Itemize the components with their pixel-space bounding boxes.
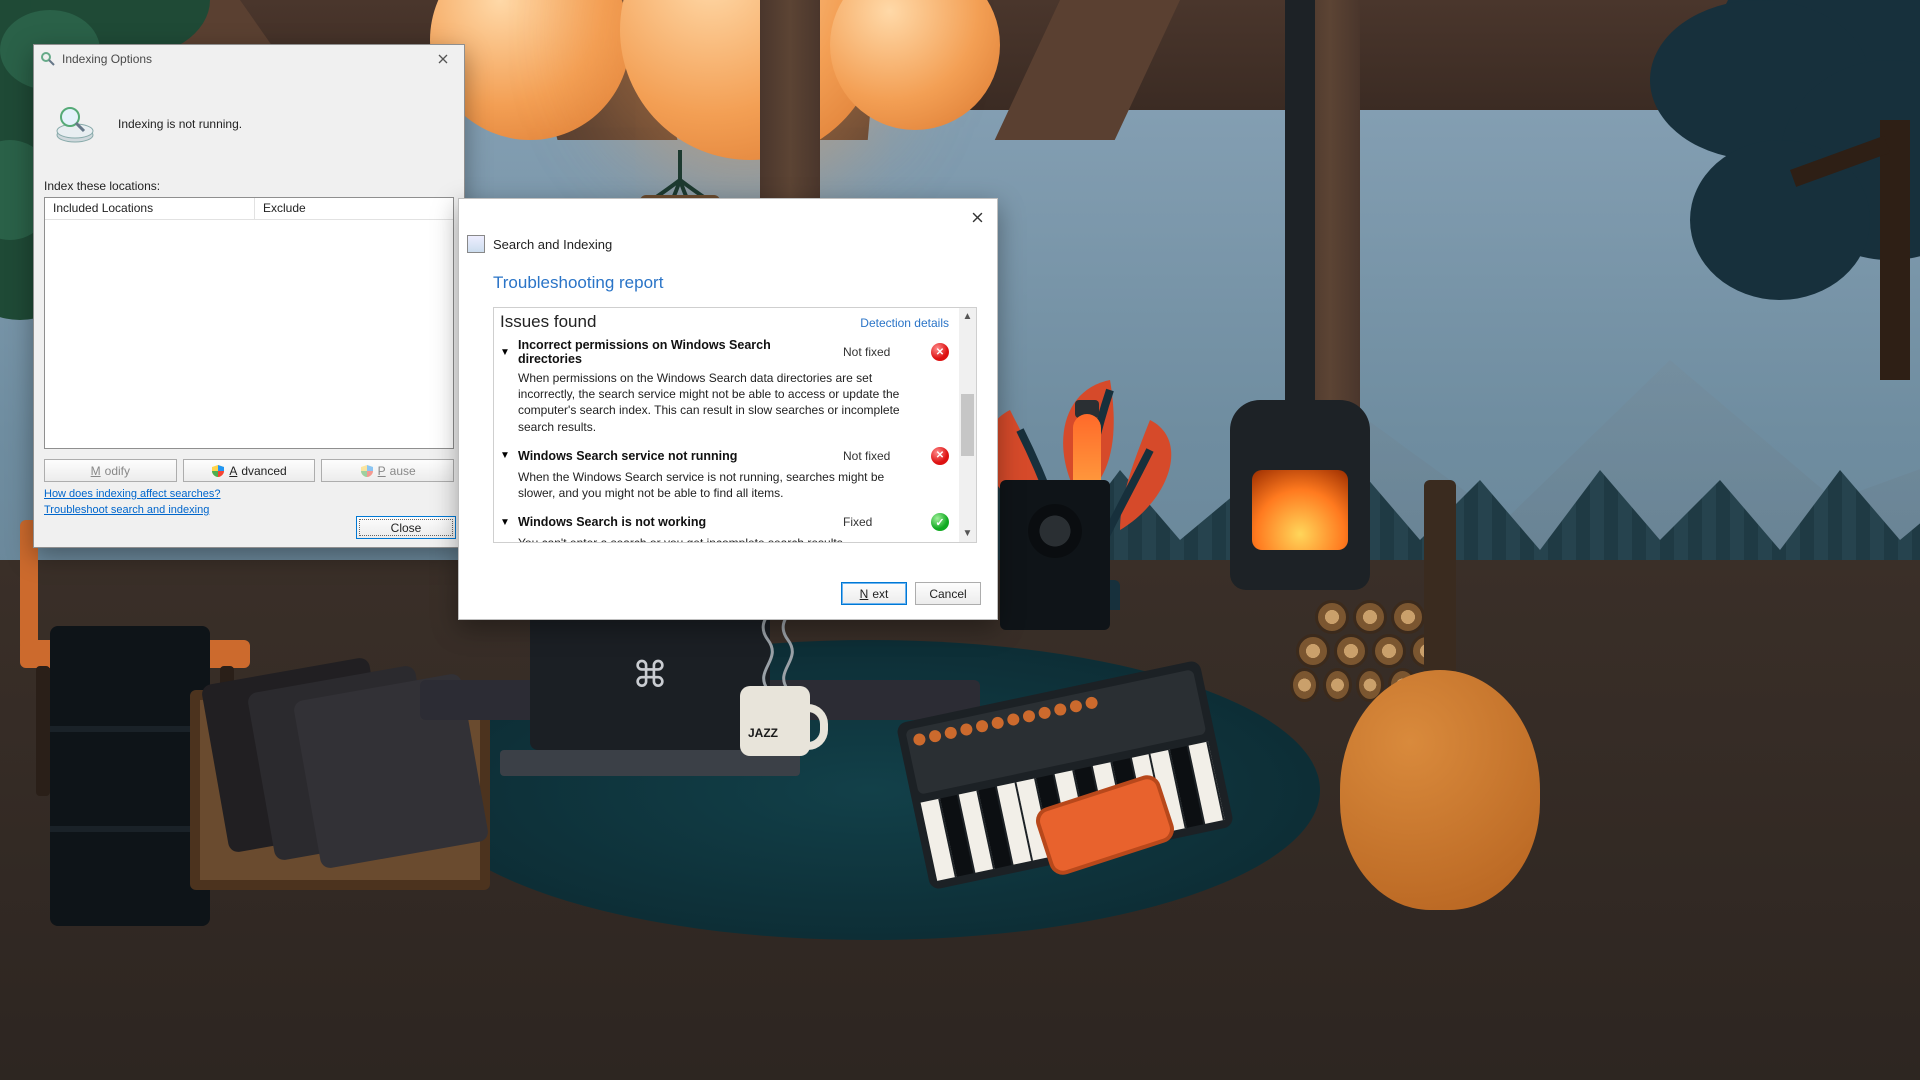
- issue-description: You can't enter a search or you get inco…: [500, 531, 900, 542]
- issue-item: ▼ Windows Search is not working Fixed You c…: [500, 513, 949, 542]
- link-how-indexing-affects[interactable]: How does indexing affect searches?: [44, 488, 454, 500]
- issue-state: Fixed: [843, 515, 923, 529]
- link-troubleshoot-search[interactable]: Troubleshoot search and indexing: [44, 504, 454, 516]
- laptop-logo-icon: ⌘: [530, 600, 770, 750]
- indexing-title: Indexing Options: [62, 52, 152, 66]
- troubleshooter-close-button[interactable]: [965, 205, 989, 229]
- issue-item: ▼ Windows Search service not running Not f…: [500, 447, 949, 507]
- caret-down-icon[interactable]: ▼: [500, 347, 510, 358]
- uac-shield-icon: [360, 464, 374, 478]
- indexing-title-icon: [40, 51, 56, 67]
- uac-shield-icon: [211, 464, 225, 478]
- troubleshooter-window: Search and Indexing Troubleshooting repo…: [458, 198, 998, 620]
- cancel-button[interactable]: Cancel: [915, 582, 981, 605]
- col-exclude[interactable]: Exclude: [255, 198, 453, 219]
- caret-down-icon[interactable]: ▼: [500, 517, 510, 528]
- indexing-options-window: Indexing Options Indexing is not running…: [33, 44, 465, 548]
- indexing-locations-list[interactable]: Included Locations Exclude: [44, 197, 454, 449]
- report-scrollbar[interactable]: ▲ ▼: [959, 308, 976, 542]
- issue-name: Windows Search is not working: [518, 515, 835, 529]
- indexing-close-button[interactable]: [428, 48, 458, 70]
- detection-details-link[interactable]: Detection details: [860, 316, 949, 330]
- report-panel: Issues found Detection details ▼ Incorrec…: [493, 307, 977, 543]
- troubleshooting-report-heading: Troubleshooting report: [493, 273, 977, 293]
- status-not-fixed-icon: [931, 447, 949, 465]
- issue-description: When permissions on the Windows Search d…: [500, 366, 900, 441]
- search-drive-icon: [52, 101, 98, 147]
- indexing-status-text: Indexing is not running.: [118, 117, 242, 131]
- scroll-thumb[interactable]: [961, 394, 974, 456]
- advanced-button[interactable]: Advanced: [183, 459, 316, 482]
- issues-found-heading: Issues found: [500, 312, 596, 332]
- issue-item: ▼ Incorrect permissions on Windows Search…: [500, 338, 949, 441]
- scroll-up-icon[interactable]: ▲: [959, 308, 976, 325]
- status-not-fixed-icon: [931, 343, 949, 361]
- indexing-locations-label: Index these locations:: [44, 179, 454, 193]
- col-included-locations[interactable]: Included Locations: [45, 198, 255, 219]
- issue-state: Not fixed: [843, 449, 923, 463]
- indexing-titlebar[interactable]: Indexing Options: [34, 45, 464, 73]
- modify-button: Modify: [44, 459, 177, 482]
- indexing-close-footer-button[interactable]: Close: [356, 516, 456, 539]
- scroll-down-icon[interactable]: ▼: [959, 525, 976, 542]
- mug-label: JAZZ: [748, 726, 778, 740]
- issue-state: Not fixed: [843, 345, 923, 359]
- troubleshooter-breadcrumb: Search and Indexing: [493, 237, 612, 252]
- issue-name: Incorrect permissions on Windows Search …: [518, 338, 835, 366]
- issue-name: Windows Search service not running: [518, 449, 835, 463]
- troubleshooter-icon: [467, 235, 485, 253]
- next-button[interactable]: Next: [841, 582, 907, 605]
- caret-down-icon[interactable]: ▼: [500, 450, 510, 461]
- issue-description: When the Windows Search service is not r…: [500, 465, 900, 507]
- pause-button: Pause: [321, 459, 454, 482]
- status-fixed-icon: [931, 513, 949, 531]
